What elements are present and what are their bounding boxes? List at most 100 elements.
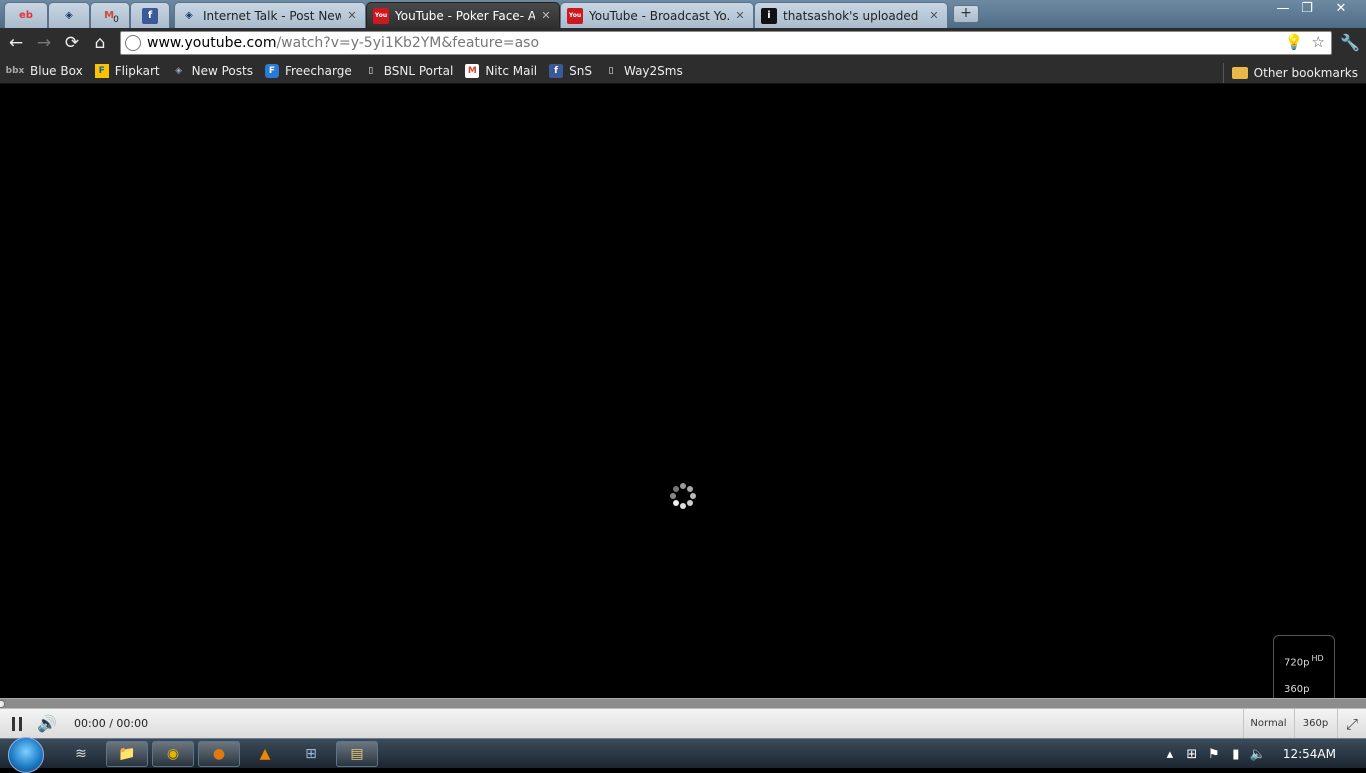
browser-toolbar: ← → ⟳ ⌂ www.youtube.com /watch?v=y-5yi1K… xyxy=(0,28,1366,58)
hd-badge: HD xyxy=(1311,654,1324,663)
restore-button[interactable]: ❐ xyxy=(1294,0,1320,18)
close-icon[interactable]: ✕ xyxy=(733,9,747,22)
wrench-icon[interactable]: 🔧 xyxy=(1338,32,1362,54)
divider xyxy=(1222,63,1224,83)
tab-internet-talk[interactable]: ◈ Internet Talk - Post New ... ✕ xyxy=(174,2,366,28)
player-controls: 🔊 00:00 / 00:00 Normal 360p ⤢ xyxy=(0,708,1366,739)
globe-icon: ◈ xyxy=(185,10,193,21)
bookmark-label: BSNL Portal xyxy=(383,63,454,78)
folder-icon xyxy=(1231,67,1248,79)
page-info-icon[interactable] xyxy=(125,35,141,51)
facebook-icon: f xyxy=(549,63,564,78)
player-size-button[interactable]: Normal xyxy=(1243,709,1293,739)
quality-label: 720p xyxy=(1284,657,1310,669)
tray-expand-icon[interactable]: ▴ xyxy=(1159,747,1181,762)
loading-spinner-icon xyxy=(670,483,696,509)
quality-label: 360p xyxy=(1284,684,1310,695)
tab-title: Internet Talk - Post New ... xyxy=(203,8,341,23)
bookmark-bsnl-portal[interactable]: ▯ BSNL Portal xyxy=(364,63,454,78)
freecharge-icon: F xyxy=(264,63,279,78)
bluebox-icon: bbx xyxy=(5,65,25,76)
system-tray: ▴ ⊞ ⚑ ▮ 🔈 12:54AM xyxy=(1159,739,1366,769)
minimize-button[interactable]: — xyxy=(1270,0,1296,18)
chrome-app-icon[interactable]: ◉ xyxy=(152,741,194,767)
other-bookmarks[interactable]: Other bookmarks xyxy=(1222,63,1358,83)
url-path: /watch?v=y-5yi1Kb2YM&feature=aso xyxy=(276,35,540,51)
bookmark-label: SnS xyxy=(569,63,592,78)
home-button[interactable]: ⌂ xyxy=(88,32,112,54)
quality-option-720p[interactable]: 720p HD xyxy=(1284,654,1324,668)
bookmark-label: Way2Sms xyxy=(623,63,683,78)
bookmarks-bar: bbx Blue Box F Flipkart ◈ New Posts F Fr… xyxy=(0,58,1366,84)
bookmark-way2sms[interactable]: ▯ Way2Sms xyxy=(604,63,683,78)
ebay-icon: eb xyxy=(19,10,33,21)
close-icon[interactable]: ✕ xyxy=(539,9,553,22)
reload-button[interactable]: ⟳ xyxy=(60,32,84,54)
firefox-app-icon[interactable]: ● xyxy=(198,741,240,767)
clock[interactable]: 12:54AM xyxy=(1283,747,1336,761)
gmail-badge: 0 xyxy=(113,14,119,25)
tab-title: thatsashok's uploaded i... xyxy=(783,8,923,23)
fullscreen-icon[interactable]: ⤢ xyxy=(1337,709,1366,739)
windows-taskbar: ≋ 📁 ◉ ● ▲ ⊞ ▤ ▴ ⊞ ⚑ ▮ 🔈 12:54AM xyxy=(0,737,1366,773)
quality-option-360p[interactable]: 360p xyxy=(1284,684,1309,695)
tab-facebook[interactable]: f xyxy=(130,2,170,28)
bookmark-flipkart[interactable]: F Flipkart xyxy=(94,63,160,78)
bookmark-freecharge[interactable]: F Freecharge xyxy=(264,63,352,78)
globe-icon: ◈ xyxy=(65,10,73,21)
tab-strip: eb ◈ M 0 f ◈ Internet Talk - Post New ..… xyxy=(0,0,1366,28)
explorer-app-icon[interactable]: 📁 xyxy=(106,741,148,767)
volume-icon[interactable]: 🔊 xyxy=(34,713,60,735)
bookmark-blue-box[interactable]: bbx Blue Box xyxy=(6,64,83,78)
tab-thatsashok[interactable]: i thatsashok's uploaded i... ✕ xyxy=(754,2,948,28)
url-host: www.youtube.com xyxy=(147,35,277,51)
bookmark-label: Blue Box xyxy=(30,63,83,78)
wifi-app-icon[interactable]: ≋ xyxy=(60,741,102,767)
pause-button[interactable] xyxy=(4,714,30,734)
address-bar[interactable]: www.youtube.com /watch?v=y-5yi1Kb2YM&fea… xyxy=(120,31,1332,55)
close-icon[interactable]: ✕ xyxy=(927,9,941,22)
tab-gmail[interactable]: M 0 xyxy=(90,2,130,28)
bookmark-label: Nitc Mail xyxy=(485,63,538,78)
bookmark-sns[interactable]: f SnS xyxy=(549,63,592,78)
facebook-icon: f xyxy=(142,7,158,24)
page-icon: ▯ xyxy=(608,65,614,76)
progress-handle[interactable] xyxy=(0,700,5,708)
star-icon[interactable]: ☆ xyxy=(1312,33,1325,51)
lightbulb-icon[interactable]: 💡 xyxy=(1285,33,1304,51)
bookmark-label: Flipkart xyxy=(114,63,160,78)
battery-icon[interactable]: ▮ xyxy=(1225,747,1247,762)
close-window-button[interactable]: ✕ xyxy=(1328,0,1354,18)
tab-youtube-broadcast[interactable]: You YouTube - Broadcast Yo... ✕ xyxy=(560,2,754,28)
tab-globe[interactable]: ◈ xyxy=(48,2,90,28)
new-tab-button[interactable]: + xyxy=(953,5,979,23)
tab-youtube-poker-face[interactable]: You YouTube - Poker Face- A... ✕ xyxy=(366,2,560,28)
youtube-icon: You xyxy=(373,7,389,24)
bookmark-label: New Posts xyxy=(191,63,253,78)
gmail-icon: M xyxy=(465,63,480,78)
network-app-icon[interactable]: ⊞ xyxy=(290,741,332,767)
globe-icon: ◈ xyxy=(175,65,183,76)
back-button[interactable]: ← xyxy=(4,32,28,54)
time-display: 00:00 / 00:00 xyxy=(74,717,149,730)
tab-title: YouTube - Broadcast Yo... xyxy=(589,8,729,23)
folders-app-icon[interactable]: ▤ xyxy=(336,741,378,767)
speaker-icon[interactable]: 🔈 xyxy=(1247,747,1269,762)
progress-bar[interactable] xyxy=(0,698,1366,708)
youtube-icon: You xyxy=(567,7,583,24)
action-center-icon[interactable]: ⚑ xyxy=(1203,747,1225,762)
video-player[interactable] xyxy=(0,85,1366,698)
vlc-app-icon[interactable]: ▲ xyxy=(244,741,286,767)
bookmark-label: Freecharge xyxy=(284,63,352,78)
page-icon: ▯ xyxy=(368,65,374,76)
tab-title: YouTube - Poker Face- A... xyxy=(395,8,535,23)
other-bookmarks-label: Other bookmarks xyxy=(1253,66,1358,80)
quality-button[interactable]: 360p xyxy=(1294,709,1336,739)
close-icon[interactable]: ✕ xyxy=(345,9,359,22)
flipkart-icon: F xyxy=(94,63,109,78)
tab-ebay[interactable]: eb xyxy=(4,2,48,28)
network-icon[interactable]: ⊞ xyxy=(1181,747,1203,762)
bookmark-nitc-mail[interactable]: M Nitc Mail xyxy=(465,63,538,78)
bookmark-new-posts[interactable]: ◈ New Posts xyxy=(172,64,253,78)
forward-button[interactable]: → xyxy=(32,32,56,54)
